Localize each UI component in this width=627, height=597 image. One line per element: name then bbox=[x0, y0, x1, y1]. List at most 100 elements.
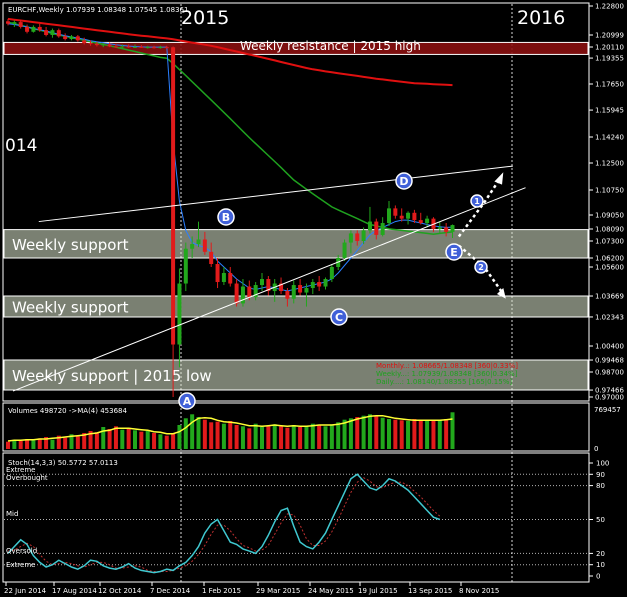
price-tick-label: 1.14240 bbox=[595, 134, 624, 142]
price-tick-label: 1.07300 bbox=[595, 238, 624, 246]
time-tick-label: 8 Nov 2015 bbox=[459, 587, 499, 595]
volume-bar bbox=[177, 425, 182, 449]
volume-bar bbox=[412, 419, 417, 449]
waypoint-label-1: 1 bbox=[474, 197, 480, 206]
candle-body bbox=[171, 47, 176, 345]
volume-bar bbox=[240, 426, 245, 449]
volume-bar bbox=[126, 427, 131, 449]
main-panel-frame bbox=[2, 2, 590, 402]
waypoint-label-A: A bbox=[183, 395, 192, 408]
volume-bar bbox=[367, 414, 372, 449]
candle-body bbox=[380, 223, 385, 235]
volume-bar bbox=[374, 416, 379, 449]
volume-bar bbox=[139, 431, 144, 449]
candle-body bbox=[425, 218, 430, 224]
volume-bar bbox=[75, 436, 80, 449]
year-label-2015: 2015 bbox=[181, 7, 229, 29]
candle-body bbox=[101, 44, 106, 46]
volume-bar bbox=[171, 433, 176, 449]
volume-bar bbox=[304, 425, 309, 449]
zone-label-1: Weekly support bbox=[12, 236, 129, 254]
time-tick-label: 1 Feb 2015 bbox=[202, 587, 241, 595]
candle-body bbox=[50, 30, 55, 35]
candle-body bbox=[164, 47, 169, 49]
candle-body bbox=[18, 22, 23, 27]
candle-body bbox=[183, 248, 188, 284]
time-tick-label: 19 Jul 2015 bbox=[358, 587, 398, 595]
candle-body bbox=[69, 36, 74, 40]
volume-bar bbox=[253, 423, 258, 449]
year-label-2014-partial: 014 bbox=[5, 136, 37, 156]
candle-body bbox=[190, 244, 195, 249]
candle-body bbox=[126, 46, 131, 48]
stoch-tick-label: 0 bbox=[596, 573, 600, 581]
price-tick-label: 1.19355 bbox=[595, 55, 624, 63]
candle-body bbox=[139, 46, 144, 48]
zone-label-2: Weekly support bbox=[12, 299, 129, 317]
volume-scale-top: 769457 bbox=[594, 406, 621, 414]
volume-bar bbox=[444, 419, 449, 449]
zone-label-0: Weekly resistance | 2015 high bbox=[240, 39, 421, 53]
price-tick-label: 1.17650 bbox=[595, 81, 624, 89]
stoch-label-extreme: Extreme bbox=[6, 561, 35, 569]
time-tick-label: 13 Sep 2015 bbox=[408, 587, 452, 595]
volume-bar bbox=[120, 429, 125, 449]
candle-body bbox=[310, 282, 315, 289]
candle-body bbox=[82, 40, 87, 44]
ma-legend-weekly: Weekly...: 1.07939/1.08348 [360|0.34%] bbox=[376, 370, 518, 378]
candle-body bbox=[145, 47, 150, 49]
volume-scale-bottom: 0 bbox=[594, 445, 598, 453]
candle-body bbox=[348, 233, 353, 243]
candle-body bbox=[406, 212, 411, 219]
price-tick-label: 1.08090 bbox=[595, 226, 624, 234]
candle-body bbox=[355, 233, 360, 241]
candle-body bbox=[209, 251, 214, 264]
candle-body bbox=[291, 285, 296, 299]
price-tick-label: 1.03669 bbox=[595, 293, 624, 301]
candle-body bbox=[215, 264, 220, 283]
time-tick-label: 24 May 2015 bbox=[308, 587, 354, 595]
price-tick-label: 1.00400 bbox=[595, 343, 624, 351]
volume-bar bbox=[31, 440, 36, 449]
volume-bar bbox=[50, 439, 55, 449]
candle-body bbox=[342, 242, 347, 258]
candle-body bbox=[25, 26, 30, 32]
candle-body bbox=[113, 46, 118, 48]
candle-body bbox=[285, 291, 290, 299]
candle-body bbox=[6, 21, 10, 24]
price-tick-label: 0.98700 bbox=[595, 369, 624, 377]
candle-body bbox=[120, 46, 125, 48]
zone-label-3: Weekly support | 2015 low bbox=[12, 367, 212, 385]
candle-body bbox=[247, 286, 252, 298]
volume-bar bbox=[183, 418, 188, 449]
candle-body bbox=[158, 47, 163, 49]
candle-body bbox=[221, 273, 226, 283]
price-tick-label: 1.12500 bbox=[595, 160, 624, 168]
volume-bar bbox=[380, 417, 385, 449]
volume-bar bbox=[221, 423, 226, 449]
candle-body bbox=[399, 215, 404, 219]
price-tick-label: 1.20110 bbox=[595, 44, 624, 52]
candle-body bbox=[56, 30, 61, 37]
price-tick-label: 1.20999 bbox=[595, 32, 624, 40]
candle-body bbox=[234, 283, 239, 304]
candle-body bbox=[412, 212, 417, 221]
candle-body bbox=[304, 288, 309, 293]
volume-bar bbox=[190, 414, 195, 449]
volume-bar bbox=[329, 424, 334, 449]
time-tick-label: 17 Aug 2014 bbox=[52, 587, 97, 595]
candle-body bbox=[63, 36, 68, 40]
candle-body bbox=[361, 230, 366, 241]
volume-bar bbox=[285, 427, 290, 449]
stoch-tick-label: 90 bbox=[596, 471, 605, 479]
volume-bar bbox=[158, 434, 163, 449]
candle-body bbox=[37, 26, 42, 31]
stoch-tick-label: 50 bbox=[596, 516, 605, 524]
volume-bar bbox=[317, 425, 322, 449]
waypoint-label-E: E bbox=[450, 246, 458, 259]
stoch-label-oversold: Oversold bbox=[6, 547, 37, 555]
candle-body bbox=[437, 227, 442, 229]
chart-canvas: Weekly resistance | 2015 high Weekly supp… bbox=[2, 2, 624, 595]
stoch-tick-label: 100 bbox=[596, 460, 609, 468]
volume-bar bbox=[406, 421, 411, 449]
